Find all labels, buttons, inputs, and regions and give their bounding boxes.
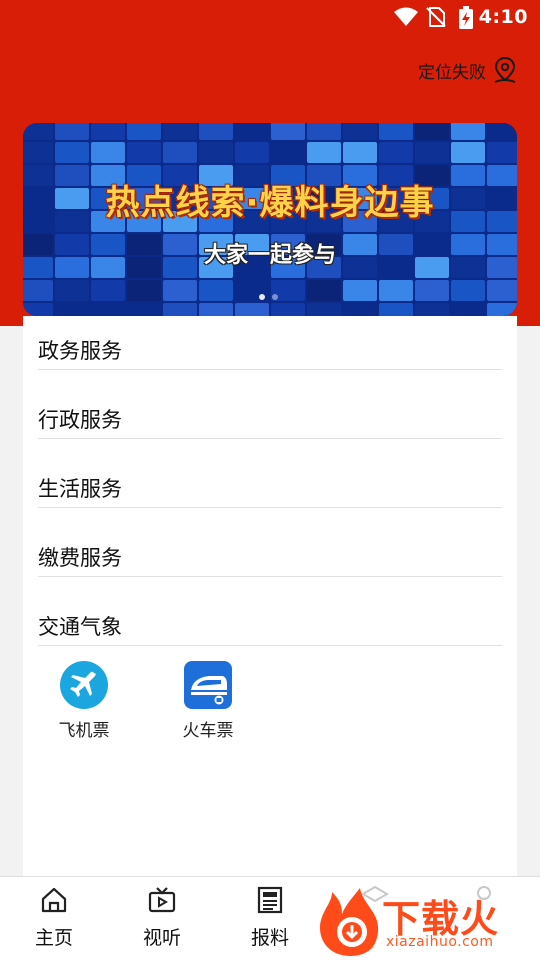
banner-tile (307, 303, 341, 316)
banner-tile (307, 142, 341, 163)
banner-tile (415, 280, 449, 301)
banner-tile (55, 303, 89, 316)
train-ticket-label: 火车票 (182, 721, 234, 741)
banner-tile (235, 142, 269, 163)
banner-tile (307, 280, 341, 301)
banner-tile (91, 142, 125, 163)
banner-tile (199, 303, 233, 316)
banner-tile (487, 280, 517, 301)
banner-tile (163, 303, 197, 316)
carousel-dot[interactable] (272, 294, 278, 300)
flame-logo-icon (320, 888, 379, 956)
section-government-services[interactable]: 政务服务 (38, 316, 502, 370)
banner-tile (23, 123, 53, 140)
section-label: 生活服务 (38, 477, 122, 501)
banner-tile (23, 142, 53, 163)
banner-tile (127, 142, 161, 163)
battery-charging-icon (459, 6, 473, 29)
banner-tile (379, 123, 413, 140)
nav-report-label: 报料 (250, 927, 289, 949)
map-pin-icon (494, 56, 516, 83)
banner-tile (235, 303, 269, 316)
section-traffic-weather[interactable]: 交通气象 (38, 592, 502, 646)
location-button[interactable]: 定位失败 (418, 56, 518, 84)
banner-tile (451, 280, 485, 301)
banner-tile (271, 123, 305, 140)
banner-tile (343, 123, 377, 140)
banner-tile (415, 123, 449, 140)
tv-icon (148, 887, 176, 913)
nav-home[interactable]: 主页 (14, 885, 94, 950)
banner-tile (199, 142, 233, 163)
banner-tile (23, 280, 53, 301)
banner-tile (55, 123, 89, 140)
airplane-ticket-label: 飞机票 (58, 721, 110, 741)
section-label: 交通气象 (38, 615, 122, 639)
watermark: 下载火 xiazaihuo.com (318, 886, 540, 960)
no-sim-icon (426, 7, 446, 27)
banner-tile (127, 123, 161, 140)
banner-subtitle: 大家一起参与 (203, 243, 336, 268)
newspaper-icon (257, 886, 283, 914)
banner-title: 热点线索·爆料身边事 (105, 183, 435, 223)
banner-tile (127, 280, 161, 301)
section-label: 政务服务 (38, 339, 122, 363)
nav-report[interactable]: 报料 (230, 885, 310, 950)
wifi-icon (394, 7, 418, 26)
carousel-indicator (259, 294, 278, 300)
banner-tile (91, 280, 125, 301)
watermark-subtext: xiazaihuo.com (386, 934, 494, 950)
banner-tile (451, 142, 485, 163)
carousel-dot[interactable] (259, 294, 265, 300)
banner-tile (415, 142, 449, 163)
airplane-icon (60, 661, 108, 709)
section-label: 缴费服务 (38, 546, 122, 570)
services-panel: 政务服务 行政服务 生活服务 缴费服务 交通气象 飞机票 火车票 (23, 316, 517, 876)
banner-tile (487, 142, 517, 163)
banner-tile (379, 280, 413, 301)
banner-tile (451, 123, 485, 140)
banner-tile (343, 280, 377, 301)
banner-tile (379, 142, 413, 163)
banner-tile (343, 142, 377, 163)
nav-home-label: 主页 (34, 927, 73, 949)
banner-tile (163, 142, 197, 163)
banner-tile (271, 142, 305, 163)
nav-media-label: 视听 (142, 927, 181, 949)
banner-tile (379, 303, 413, 316)
nav-media[interactable]: 视听 (122, 885, 202, 950)
banner-tile (235, 123, 269, 140)
section-label: 行政服务 (38, 408, 122, 432)
banner-tile (91, 303, 125, 316)
location-label: 定位失败 (418, 62, 486, 83)
status-time: 4:10 (478, 6, 528, 28)
banner-tile (163, 123, 197, 140)
banner-tile (415, 303, 449, 316)
banner-tile (163, 280, 197, 301)
home-icon (41, 887, 67, 913)
section-life-services[interactable]: 生活服务 (38, 454, 502, 508)
banner-tile (307, 123, 341, 140)
airplane-ticket-button[interactable]: 飞机票 (34, 660, 134, 741)
train-ticket-button[interactable]: 火车票 (158, 660, 258, 741)
section-payment-services[interactable]: 缴费服务 (38, 523, 502, 577)
banner-tile (271, 303, 305, 316)
banner-tile (343, 303, 377, 316)
section-administrative-services[interactable]: 行政服务 (38, 385, 502, 439)
banner-tile (91, 123, 125, 140)
train-icon (184, 661, 232, 709)
banner-tile (55, 280, 89, 301)
status-bar: 4:10 (0, 0, 540, 36)
banner-carousel[interactable]: 热点线索·爆料身边事 大家一起参与 (23, 123, 517, 316)
banner-tile (55, 142, 89, 163)
banner-tile (127, 303, 161, 316)
banner-tile (199, 280, 233, 301)
banner-tile (451, 303, 485, 316)
banner-tile (199, 123, 233, 140)
